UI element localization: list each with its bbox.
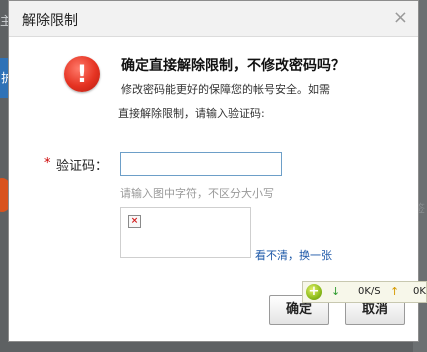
upload-arrow-icon: ↑ [390,285,400,298]
dialog-title: 解除限制 [22,13,78,29]
dialog-description-line2: 直接解除限制，请输入验证码: [118,107,265,120]
captcha-label: 验证码： [56,159,109,174]
close-icon[interactable]: × [393,8,408,28]
download-speed: 0K/S [358,286,381,297]
captcha-input[interactable] [120,152,282,176]
warning-icon: ! [64,56,100,92]
download-arrow-icon: ↓ [331,285,341,298]
dialog-description-line1: 修改密码能更好的保障您的帐号安全。如需 [121,83,330,96]
required-mark: * [44,156,51,171]
upload-speed: 0K [413,286,426,297]
captcha-hint: 请输入图中字符，不区分大小写 [120,187,274,200]
dialog-title-bar: 解除限制 × [9,1,418,37]
plus-icon[interactable]: + [306,284,322,300]
refresh-captcha-link[interactable]: 看不清，换一张 [255,247,332,263]
dialog-headline: 确定直接解除限制，不修改密码吗？ [121,58,345,74]
captcha-image[interactable]: × [120,207,251,258]
broken-image-icon: × [128,215,141,228]
network-speed-widget[interactable]: + ↓ 0K/S ↑ 0K [302,281,427,303]
